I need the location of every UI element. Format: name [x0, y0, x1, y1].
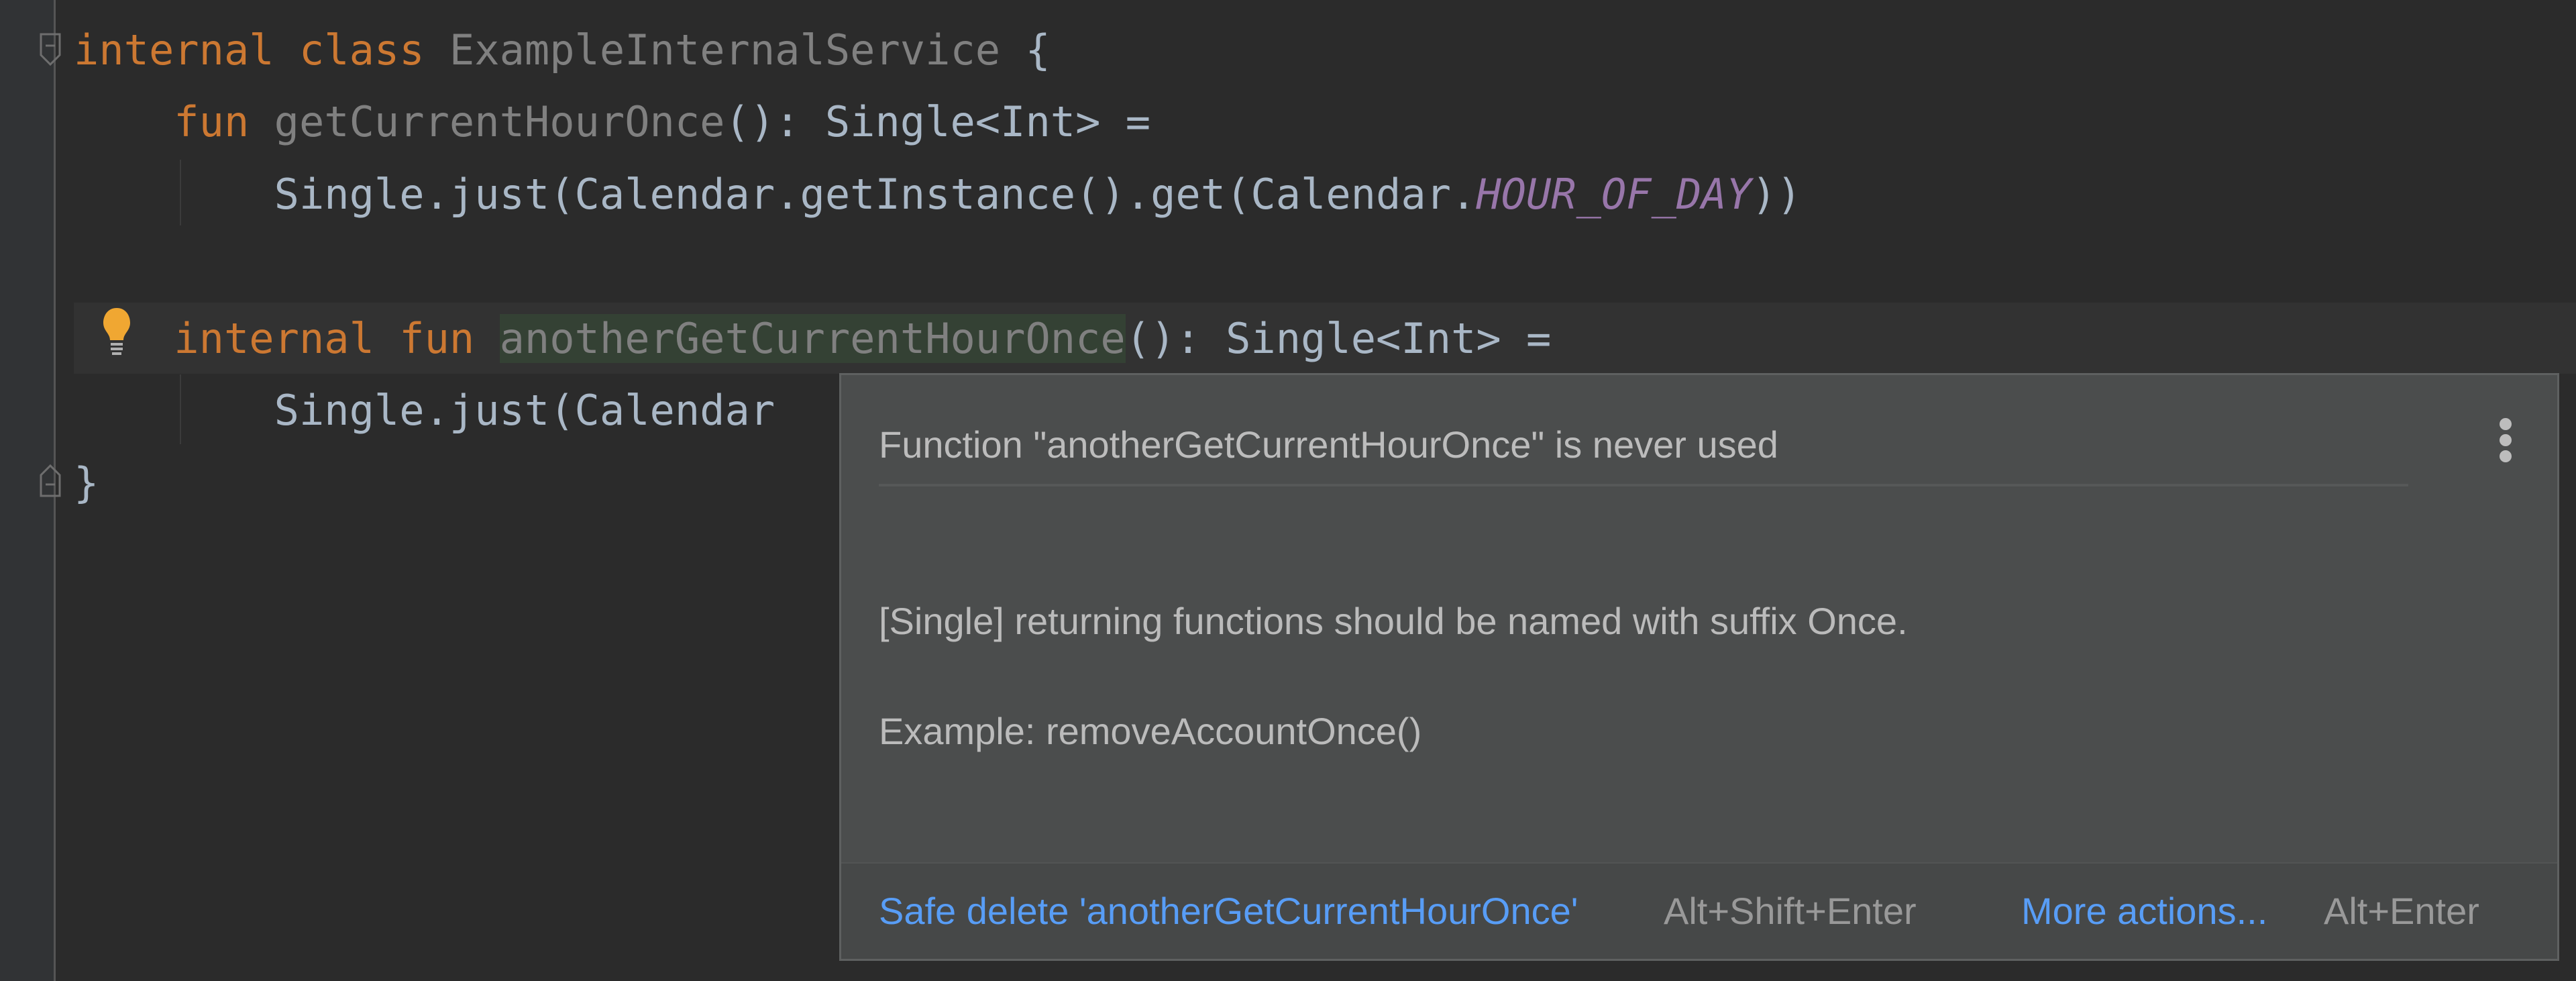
code-line[interactable]: internal fun anotherGetCurrentHourOnce()… — [74, 303, 1551, 375]
code-token: )) — [1751, 170, 1802, 219]
popup-example: Example: removeAccountOnce() — [879, 710, 1422, 752]
more-actions-link[interactable]: More actions... — [2021, 864, 2267, 959]
more-actions-shortcut: Alt+Enter — [2324, 890, 2479, 932]
code-token: { — [1000, 25, 1051, 74]
code-token: internal — [74, 25, 274, 74]
code-token: Single.just(Calendar.getInstance().get(C… — [74, 170, 1477, 219]
code-line[interactable]: Single.just(Calendar.getInstance().get(C… — [74, 158, 1802, 231]
code-line[interactable]: Single.just(Calendar — [74, 374, 775, 447]
code-line[interactable]: } — [74, 447, 99, 519]
code-token: (): Single<Int> = — [724, 97, 1151, 146]
code-token: internal — [74, 314, 374, 363]
fold-collapse-icon[interactable] — [39, 32, 62, 67]
popup-description: [Single] returning functions should be n… — [879, 600, 1908, 642]
code-token: getCurrentHourOnce — [274, 97, 725, 146]
popup-title: Function "anotherGetCurrentHourOnce" is … — [879, 423, 1778, 466]
safe-delete-shortcut: Alt+Shift+Enter — [1664, 890, 1917, 932]
code-line[interactable]: fun getCurrentHourOnce(): Single<Int> = — [74, 86, 1150, 158]
popup-divider — [879, 484, 2408, 486]
inspection-popup: Function "anotherGetCurrentHourOnce" is … — [839, 373, 2559, 961]
popup-actions-bar: Safe delete 'anotherGetCurrentHourOnce' … — [841, 862, 2557, 959]
code-line[interactable]: internal class ExampleInternalService { — [74, 14, 1051, 87]
code-token: (): Single<Int> = — [1125, 314, 1552, 363]
unused-symbol-highlight: anotherGetCurrentHourOnce — [499, 314, 1126, 363]
code-token: ExampleInternalService — [449, 25, 1001, 74]
more-vertical-icon[interactable] — [2496, 418, 2516, 472]
safe-delete-action[interactable]: Safe delete 'anotherGetCurrentHourOnce' — [879, 864, 1578, 959]
code-token: Single.just(Calendar — [74, 386, 775, 435]
code-token: HOUR_OF_DAY — [1476, 170, 1752, 219]
code-token: class — [299, 25, 425, 74]
code-token: } — [74, 458, 99, 507]
fold-end-icon[interactable] — [39, 463, 62, 498]
code-token: fun — [74, 97, 250, 146]
code-token: fun — [399, 314, 475, 363]
